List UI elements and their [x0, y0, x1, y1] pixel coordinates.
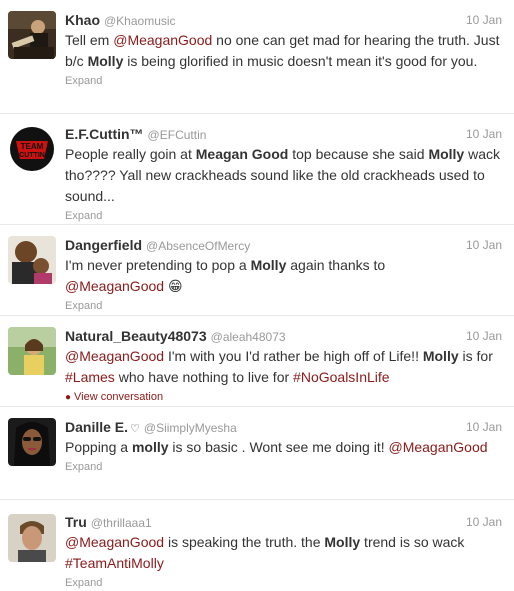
tweet-text: I'm never pretending to pop a Molly agai…: [65, 255, 502, 297]
text-segment: again thanks to: [286, 257, 386, 273]
expand-link[interactable]: Expand: [65, 575, 502, 591]
keyword-highlight: Molly: [422, 348, 459, 364]
tweet-timestamp[interactable]: 10 Jan: [466, 124, 502, 144]
tweet-item[interactable]: Tru @thrillaaa1 10 Jan @MeaganGood is spe…: [0, 500, 514, 589]
text-segment: is so basic . Wont see me doing it!: [168, 439, 389, 455]
tweet-timestamp[interactable]: 10 Jan: [466, 10, 502, 30]
author-handle[interactable]: @Khaomusic: [104, 14, 176, 28]
tweet-timestamp[interactable]: 10 Jan: [466, 417, 502, 437]
author-name[interactable]: Danille E.: [65, 419, 128, 435]
tweet-item[interactable]: Natural_Beauty48073 @aleah48073 10 Jan @M…: [0, 316, 514, 407]
text-segment: top because she said: [288, 146, 429, 162]
view-conversation-link[interactable]: ● View conversation: [65, 389, 502, 406]
tweet-timestamp[interactable]: 10 Jan: [466, 326, 502, 346]
keyword-highlight: Molly: [428, 146, 465, 162]
tweet-item[interactable]: Khao @Khaomusic 10 Jan Tell em @MeaganGoo…: [0, 0, 514, 114]
text-segment: People really goin at: [65, 146, 196, 162]
keyword-highlight: Molly: [87, 53, 124, 69]
text-segment: is speaking the truth. the: [164, 534, 325, 550]
tweet-text: People really goin at Meagan Good top be…: [65, 144, 502, 207]
mention-link[interactable]: @MeaganGood: [113, 32, 212, 48]
avatar[interactable]: [8, 236, 56, 284]
text-segment: is being glorified in music doesn't mean…: [123, 53, 478, 69]
text-segment: trend is so wack: [360, 534, 465, 550]
tweet-text: Tell em @MeaganGood no one can get mad f…: [65, 30, 502, 72]
avatar[interactable]: [8, 327, 56, 375]
avatar[interactable]: [8, 418, 56, 466]
author-handle[interactable]: @SiimplyMyesha: [144, 421, 237, 435]
tweet-timestamp[interactable]: 10 Jan: [466, 512, 502, 532]
tweet-item[interactable]: Danille E. ♡ @SiimplyMyesha 10 Jan Popping…: [0, 407, 514, 500]
avatar[interactable]: TEAM CUTTIN: [8, 125, 56, 173]
keyword-highlight: Meagan Good: [195, 146, 289, 162]
expand-link[interactable]: Expand: [65, 459, 502, 475]
author-handle[interactable]: @thrillaaa1: [91, 516, 152, 530]
hashtag-link[interactable]: #NoGoalsInLife: [293, 369, 390, 385]
tweet-timestamp[interactable]: 10 Jan: [466, 235, 502, 255]
view-conversation-label: View conversation: [74, 391, 164, 403]
woman-selfie-photo-avatar: [8, 418, 56, 466]
mention-link[interactable]: @MeaganGood: [65, 348, 164, 364]
avatar-logo-text-bottom: CUTTIN: [19, 152, 45, 159]
text-segment: I'm never pretending to pop a: [65, 257, 251, 273]
young-man-photo-avatar: [8, 514, 56, 562]
grinning-emoji-icon: 😁: [164, 278, 183, 294]
author-name[interactable]: E.F.Cuttin™: [65, 126, 144, 142]
keyword-highlight: Molly: [324, 534, 361, 550]
expand-link[interactable]: Expand: [65, 298, 502, 314]
mention-link[interactable]: @MeaganGood: [388, 439, 487, 455]
man-with-child-photo-avatar: [8, 236, 56, 284]
keyword-highlight: molly: [131, 439, 169, 455]
author-name[interactable]: Natural_Beauty48073: [65, 328, 207, 344]
avatar[interactable]: [8, 11, 56, 59]
keyword-highlight: Molly: [250, 257, 287, 273]
text-segment: Popping a: [65, 439, 132, 455]
author-handle[interactable]: @AbsenceOfMercy: [146, 239, 250, 253]
author-name[interactable]: Tru: [65, 514, 87, 530]
expand-link[interactable]: Expand: [65, 73, 502, 89]
musician-photo-avatar: [8, 11, 56, 59]
tweet-item[interactable]: Dangerfield @AbsenceOfMercy 10 Jan I'm ne…: [0, 225, 514, 316]
author-handle[interactable]: @EFCuttin: [148, 128, 207, 142]
text-segment: Tell em: [65, 32, 114, 48]
mention-link[interactable]: @MeaganGood: [65, 534, 164, 550]
tweet-text: Popping a molly is so basic . Wont see m…: [65, 437, 502, 458]
hashtag-link[interactable]: #TeamAntiMolly: [65, 555, 164, 571]
avatar[interactable]: [8, 514, 56, 562]
expand-link[interactable]: Expand: [65, 208, 502, 224]
heart-icon: ♡: [130, 423, 140, 435]
author-name[interactable]: Dangerfield: [65, 237, 142, 253]
avatar-logo-text-top: TEAM: [21, 142, 44, 151]
text-segment: I'm with you I'd rather be high off of L…: [164, 348, 423, 364]
hashtag-link[interactable]: #Lames: [65, 369, 115, 385]
text-segment: who have nothing to live for: [114, 369, 294, 385]
tweet-item[interactable]: TEAM CUTTIN E.F.Cuttin™ @EFCuttin 10 Jan …: [0, 114, 514, 225]
mention-link[interactable]: @MeaganGood: [65, 278, 164, 294]
tweet-text: @MeaganGood I'm with you I'd rather be h…: [65, 346, 502, 388]
speech-bubble-icon: ●: [65, 392, 72, 403]
text-segment: is for: [458, 348, 493, 364]
tweet-text: @MeaganGood is speaking the truth. the M…: [65, 532, 502, 574]
tweet-timeline: Khao @Khaomusic 10 Jan Tell em @MeaganGoo…: [0, 0, 514, 589]
author-handle[interactable]: @aleah48073: [211, 330, 286, 344]
team-logo-avatar: TEAM CUTTIN: [8, 125, 56, 173]
woman-outdoors-photo-avatar: [8, 327, 56, 375]
author-name[interactable]: Khao: [65, 12, 100, 28]
